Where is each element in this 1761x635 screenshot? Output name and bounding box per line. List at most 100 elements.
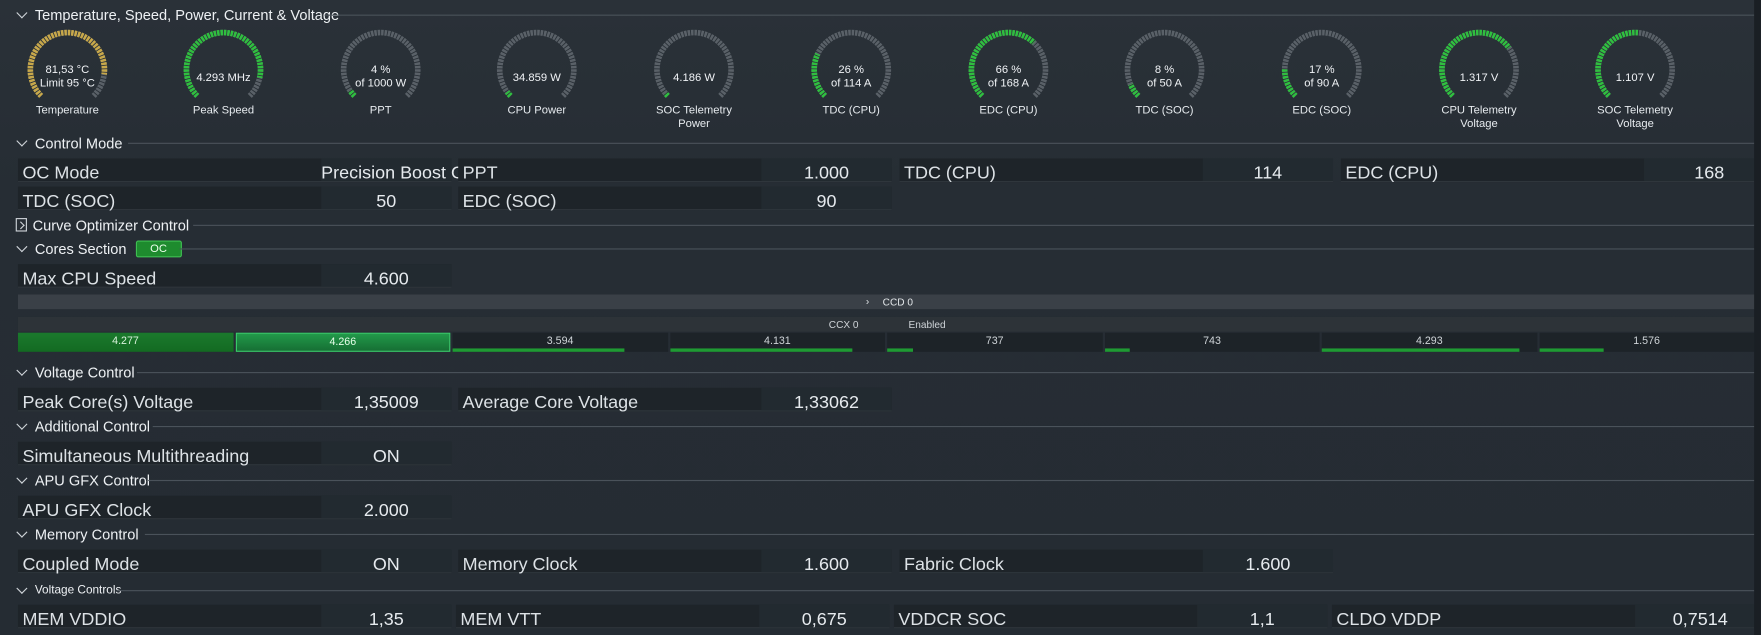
ccd-label: CCD 0 [882, 296, 914, 308]
field-value: 114 [1253, 164, 1283, 184]
field-value: 1,33062 [794, 393, 860, 413]
app-window: Temperature, Speed, Power, Current & Vol… [0, 0, 1761, 635]
field-label: Average Core Voltage [462, 393, 639, 413]
section-title: Curve Optimizer Control [32, 216, 190, 234]
memory-clock-field[interactable]: Memory Clock 1.600 [458, 549, 892, 575]
core-load-bar [1539, 348, 1604, 352]
chevron-down-icon[interactable] [16, 419, 29, 432]
field-value: 4.600 [363, 269, 409, 289]
average-core-voltage-field[interactable]: Average Core Voltage 1,33062 [458, 387, 892, 413]
core-clock-3[interactable]: 4.131 [669, 332, 885, 352]
section-voltage-control-header[interactable]: Voltage Control [16, 362, 1757, 382]
gauge-label-line: SOC Telemetry [1597, 104, 1674, 117]
section-control-mode-header[interactable]: Control Mode [16, 133, 1757, 153]
gauge-label-line: Voltage [1616, 118, 1654, 131]
divider [148, 479, 1757, 482]
section-voltage-controls-header[interactable]: Voltage Controls [16, 580, 1757, 600]
chevron-down-icon[interactable] [16, 473, 29, 486]
gauge-label-line: CPU Telemetry [1441, 104, 1517, 117]
max-cpu-speed-field[interactable]: Max CPU Speed 4.600 [17, 264, 452, 289]
oc-mode-field[interactable]: OC Mode Precision Boost Overdrive [17, 158, 529, 183]
gauge-label-line: SOC Telemetry [656, 104, 732, 117]
gauge-subvalue: Limit 95 °C [39, 77, 95, 90]
chevron-down-icon[interactable] [16, 527, 29, 540]
section-title: APU GFX Control [34, 471, 151, 489]
ppt-field[interactable]: PPT 1.000 [458, 158, 892, 184]
gauge-label: SOC Telemetry Power [627, 105, 762, 132]
ccx-header: CCX 0 Enabled [17, 316, 1757, 332]
core-load-bar [1104, 348, 1131, 352]
gauge-label: TDC (SOC) [1135, 104, 1194, 117]
chevron-down-icon[interactable] [16, 583, 29, 596]
core-load-bar [452, 348, 625, 352]
section-additional-control-header[interactable]: Additional Control [16, 416, 1757, 436]
chevron-down-icon[interactable] [16, 8, 29, 21]
chevron-down-icon[interactable] [16, 136, 29, 149]
field-label: Peak Core(s) Voltage [22, 393, 194, 413]
gauge-2: 4 % of 1000 W PPT [313, 27, 448, 139]
apu-gfx-clock-field[interactable]: APU GFX Clock 2.000 [17, 495, 452, 521]
cldo-vddp-field[interactable]: CLDO VDDP 0,7514 [1331, 604, 1755, 629]
mem-vddio-field[interactable]: MEM VDDIO 1,35 [17, 604, 452, 629]
field-value: 1.000 [804, 164, 850, 184]
core-clock-7[interactable]: 1.576 [1539, 332, 1755, 352]
gauge-8: 17 % of 90 A EDC (SOC) [1254, 27, 1389, 139]
peak-core-voltage-field[interactable]: Peak Core(s) Voltage 1,35009 [17, 387, 452, 413]
gauge-dial [496, 29, 577, 98]
gauge-value: 4.186 W [673, 71, 715, 85]
core-load-bar [887, 348, 913, 352]
field-label: Max CPU Speed [22, 269, 157, 289]
gauge-label: Peak Speed [192, 104, 255, 117]
divider [193, 224, 1757, 226]
section-cores-header[interactable]: Cores Section OC [16, 238, 1757, 258]
section-apu-gfx-header[interactable]: APU GFX Control [16, 470, 1757, 490]
core-clock-1[interactable]: 4.266 [235, 332, 451, 352]
ccx-state: Enabled [908, 319, 946, 331]
gauge-label: SOC Telemetry Voltage [1568, 105, 1703, 132]
chevron-down-icon[interactable] [16, 365, 29, 378]
field-label: Memory Clock [462, 555, 578, 575]
section-curve-optimizer-header[interactable]: Curve Optimizer Control [15, 215, 1757, 235]
field-label: VDDCR SOC [898, 610, 1007, 630]
section-memory-control-header[interactable]: Memory Control [16, 524, 1757, 544]
section-temperature-header[interactable]: Temperature, Speed, Power, Current & Vol… [16, 4, 1757, 24]
divider [179, 248, 1757, 250]
mem-vtt-field[interactable]: MEM VTT 0,675 [455, 604, 890, 629]
edc-soc-field[interactable]: EDC (SOC) 90 [458, 186, 892, 211]
section-title: Additional Control [34, 417, 151, 435]
vddcr-soc-field[interactable]: VDDCR SOC 1,1 [893, 604, 1328, 630]
core-clock-5[interactable]: 743 [1104, 332, 1320, 352]
field-label: APU GFX Clock [22, 501, 152, 521]
gauge-value: 1.107 V [1615, 71, 1655, 85]
tdc-soc-field[interactable]: TDC (SOC) 50 [17, 186, 452, 211]
gauge-value: 26 % [838, 64, 865, 77]
field-value: 0,7514 [1672, 610, 1728, 630]
gauge-fill [1595, 29, 1639, 98]
chevron-right-icon[interactable] [15, 218, 27, 232]
fabric-clock-field[interactable]: Fabric Clock 1.600 [899, 549, 1334, 574]
vertical-scrollbar[interactable] [1754, 0, 1761, 635]
gauge-value: 4 % [371, 64, 391, 77]
gauge-fill [504, 90, 513, 98]
field-value: 1,35009 [353, 393, 419, 413]
field-label: EDC (CPU) [1345, 164, 1439, 184]
core-clock-6[interactable]: 4.293 [1321, 332, 1537, 352]
core-load-bar [669, 348, 853, 352]
field-label: Simultaneous Multithreading [22, 447, 250, 467]
coupled-mode-field[interactable]: Coupled Mode ON [17, 549, 452, 574]
core-clock-4[interactable]: 737 [887, 332, 1103, 352]
edc-cpu-field[interactable]: EDC (CPU) 168 [1340, 158, 1755, 184]
smt-field[interactable]: Simultaneous Multithreading ON [17, 441, 452, 467]
ccd-header[interactable]: › CCD 0 [17, 294, 1757, 310]
chevron-right-icon[interactable]: › [866, 296, 869, 307]
tdc-cpu-field[interactable]: TDC (CPU) 114 [899, 158, 1334, 184]
gauge-fill [1439, 29, 1512, 98]
gauge-track [654, 29, 734, 98]
core-clock-0[interactable]: 4.277 [17, 332, 234, 352]
core-clock-2[interactable]: 3.594 [452, 332, 668, 352]
gauge-fill [663, 91, 670, 98]
section-title: Control Mode [34, 134, 123, 152]
oc-badge[interactable]: OC [135, 239, 182, 257]
gauge-label-line: Power [678, 118, 710, 131]
chevron-down-icon[interactable] [16, 242, 29, 255]
